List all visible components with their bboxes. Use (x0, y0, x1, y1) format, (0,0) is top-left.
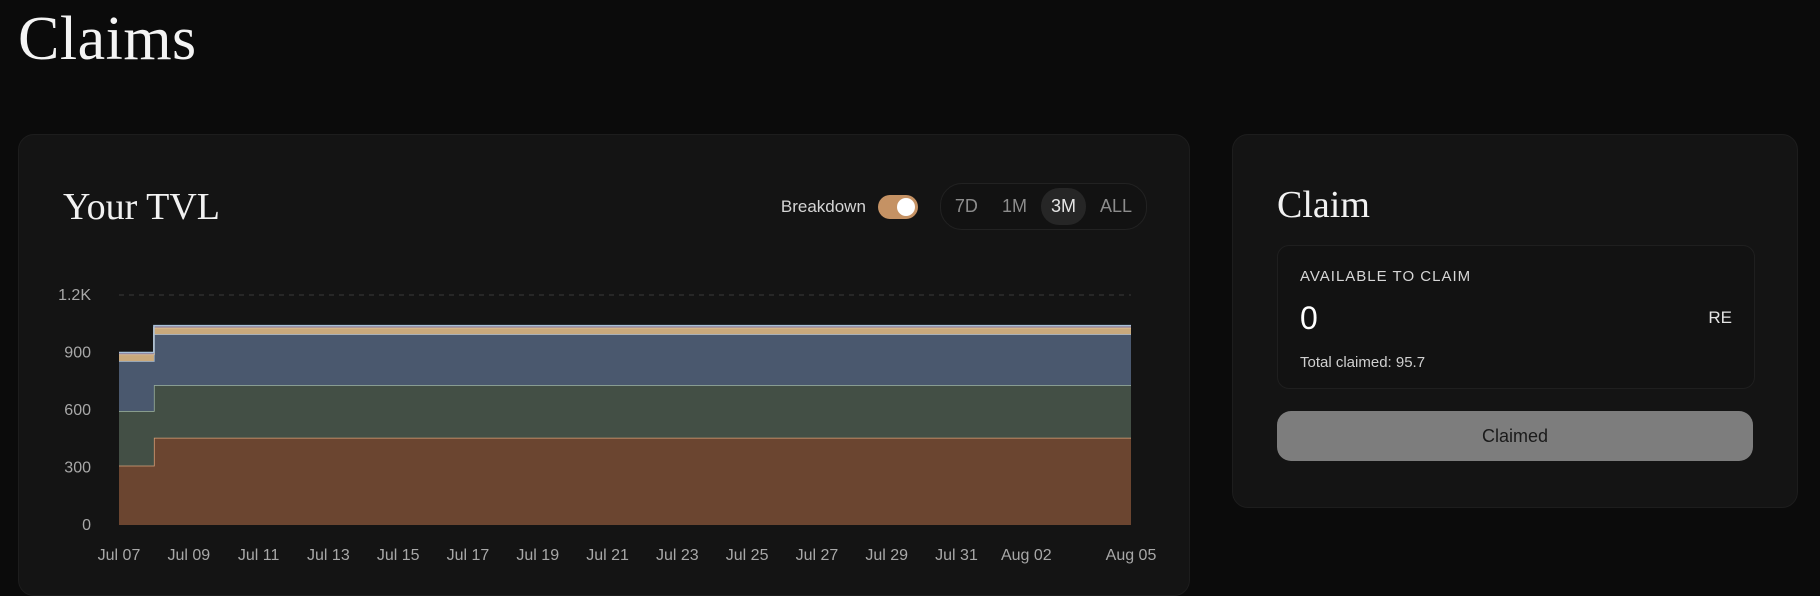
available-to-claim-box: AVAILABLE TO CLAIM 0 RE Total claimed: 9… (1277, 245, 1755, 389)
available-label: AVAILABLE TO CLAIM (1300, 268, 1472, 285)
x-tick-label-3: Jul 13 (307, 547, 350, 564)
x-tick-label-6: Jul 19 (516, 547, 559, 564)
x-tick-label-8: Jul 23 (656, 547, 699, 564)
token-unit: RE (1708, 308, 1732, 327)
x-tick-label-13: Aug 02 (1001, 547, 1052, 564)
x-tick-label-7: Jul 21 (586, 547, 629, 564)
y-tick-label-1: 300 (64, 460, 91, 477)
tvl-chart: 0 300 600 900 1.2K Jul 07 Jul 09 Jul 11 Jul 13 Ju… (58, 287, 1157, 564)
available-amount: 0 (1300, 300, 1318, 336)
x-tick-label-0: Jul 07 (98, 547, 141, 564)
x-tick-label-12: Jul 31 (935, 547, 978, 564)
claimed-button[interactable]: Claimed (1277, 411, 1753, 461)
y-tick-label-0: 0 (82, 517, 91, 534)
y-tick-label-3: 900 (64, 345, 91, 362)
claim-card: Claim AVAILABLE TO CLAIM 0 RE Total clai… (1232, 134, 1798, 508)
claim-title: Claim (1277, 184, 1370, 226)
x-tick-label-14: Aug 05 (1106, 547, 1157, 564)
x-tick-label-1: Jul 09 (167, 547, 210, 564)
x-tick-label-2: Jul 11 (238, 547, 280, 564)
x-tick-label-4: Jul 15 (377, 547, 420, 564)
x-tick-label-11: Jul 29 (865, 547, 908, 564)
area-series-0 (119, 437, 1131, 525)
y-tick-label-2: 600 (64, 402, 91, 419)
page-title: Claims (18, 5, 197, 73)
total-claimed: Total claimed: 95.7 (1300, 354, 1426, 371)
y-tick-label-4: 1.2K (58, 287, 91, 304)
tvl-card: Your TVL Breakdown 7D 1M 3M ALL 0 300 600 9… (18, 134, 1190, 596)
x-tick-label-9: Jul 25 (726, 547, 769, 564)
x-tick-label-10: Jul 27 (796, 547, 839, 564)
x-tick-label-5: Jul 17 (447, 547, 490, 564)
